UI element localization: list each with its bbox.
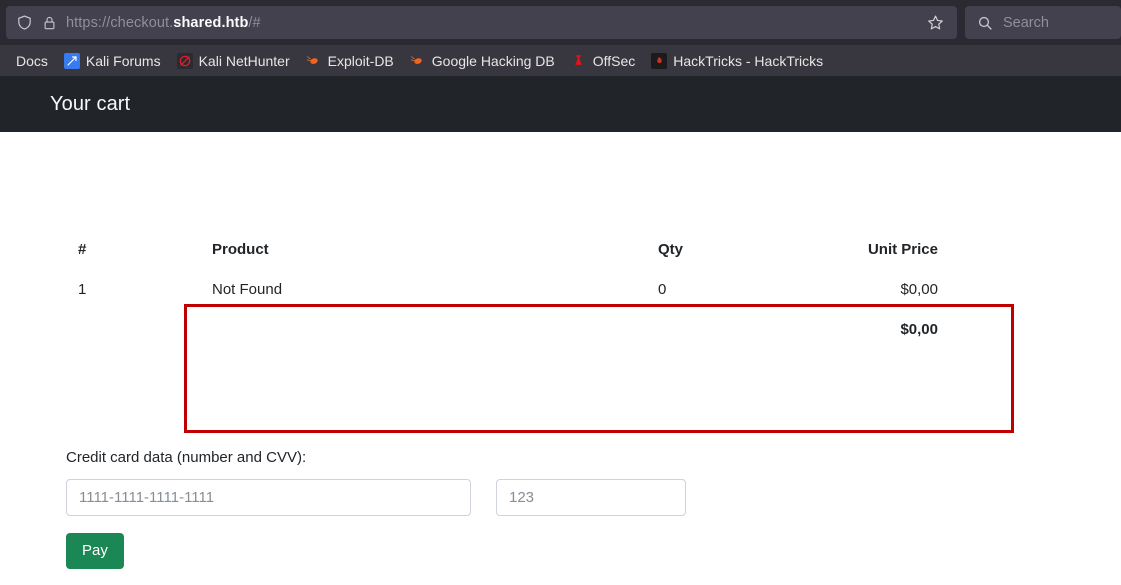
bookmark-label: Google Hacking DB [431,52,555,69]
browser-navigation-toolbar: https://checkout.shared.htb/# Search [0,0,1121,45]
column-header-index: # [78,240,87,258]
total-cell-amount: $0,00 [900,320,938,338]
url-text[interactable]: https://checkout.shared.htb/# [66,15,912,31]
cell-index: 1 [78,280,87,298]
column-header-unit-price: Unit Price [867,240,938,258]
cvv-input[interactable] [496,479,686,516]
cart-table-head: # Product Qty Unit Price [66,229,1014,269]
cart-table: # Product Qty Unit Price 1 Not Found 0 $… [66,229,1014,349]
credit-card-label: Credit card data (number and CVV): [66,449,307,466]
cell-qty: 0 [658,280,667,298]
bookmark-hacktricks[interactable]: HackTricks - HackTricks [643,50,831,72]
bookmark-label: Kali NetHunter [198,52,290,69]
pay-button[interactable]: Pay [66,533,124,569]
hacktricks-icon [651,52,668,69]
search-icon [977,15,993,31]
google-hacking-db-icon [410,53,426,69]
padlock-icon[interactable] [42,15,57,31]
browser-chrome: https://checkout.shared.htb/# Search Doc… [0,0,1121,76]
bookmark-offsec[interactable]: OffSec [563,50,644,72]
search-bar[interactable]: Search [965,6,1121,39]
search-placeholder-text: Search [1003,14,1049,31]
cart-table-body: 1 Not Found 0 $0,00 $0,00 [66,269,1014,349]
table-row: 1 Not Found 0 $0,00 [66,269,1014,309]
web-page: Your cart # Product Qty Unit Price 1 Not… [0,76,1121,585]
total-cell-product [184,309,646,349]
url-bar[interactable]: https://checkout.shared.htb/# [6,6,957,39]
shield-icon[interactable] [16,14,33,31]
offsec-icon [571,53,587,69]
exploit-db-icon [306,53,322,69]
total-cell-index [66,309,184,349]
bookmark-star-icon[interactable] [921,9,949,37]
bookmark-label: OffSec [592,52,636,69]
page-title: Your cart [50,92,131,115]
bookmarks-bar: Docs Kali Forums Kali NetHunter Exploit-… [0,45,1121,76]
card-number-input[interactable] [66,479,471,516]
table-total-row: $0,00 [66,309,1014,349]
table-header-row: # Product Qty Unit Price [66,229,1014,269]
bookmark-label: Exploit-DB [327,52,394,69]
column-header-product: Product [212,240,269,258]
cell-unit-price: $0,00 [900,280,938,298]
cell-product: Not Found [212,280,283,298]
kali-nethunter-icon [176,52,193,69]
bookmark-google-hacking-db[interactable]: Google Hacking DB [402,50,563,72]
bookmark-label: Kali Forums [85,52,161,69]
bookmark-kali-forums[interactable]: Kali Forums [56,50,169,72]
docs-icon [0,53,10,69]
site-navbar: Your cart [0,76,1121,132]
column-header-qty: Qty [658,240,684,258]
total-cell-qty [646,309,858,349]
kali-forums-icon [63,52,80,69]
credit-card-input-group [66,479,1066,516]
bookmark-label: Docs [16,52,48,69]
bookmark-exploit-db[interactable]: Exploit-DB [298,50,402,72]
bookmark-kali-nethunter[interactable]: Kali NetHunter [169,50,298,72]
bookmark-docs[interactable]: Docs [0,50,56,72]
credit-card-form: Credit card data (number and CVV): Pay [66,449,1066,569]
bookmark-label: HackTricks - HackTricks [673,52,824,69]
